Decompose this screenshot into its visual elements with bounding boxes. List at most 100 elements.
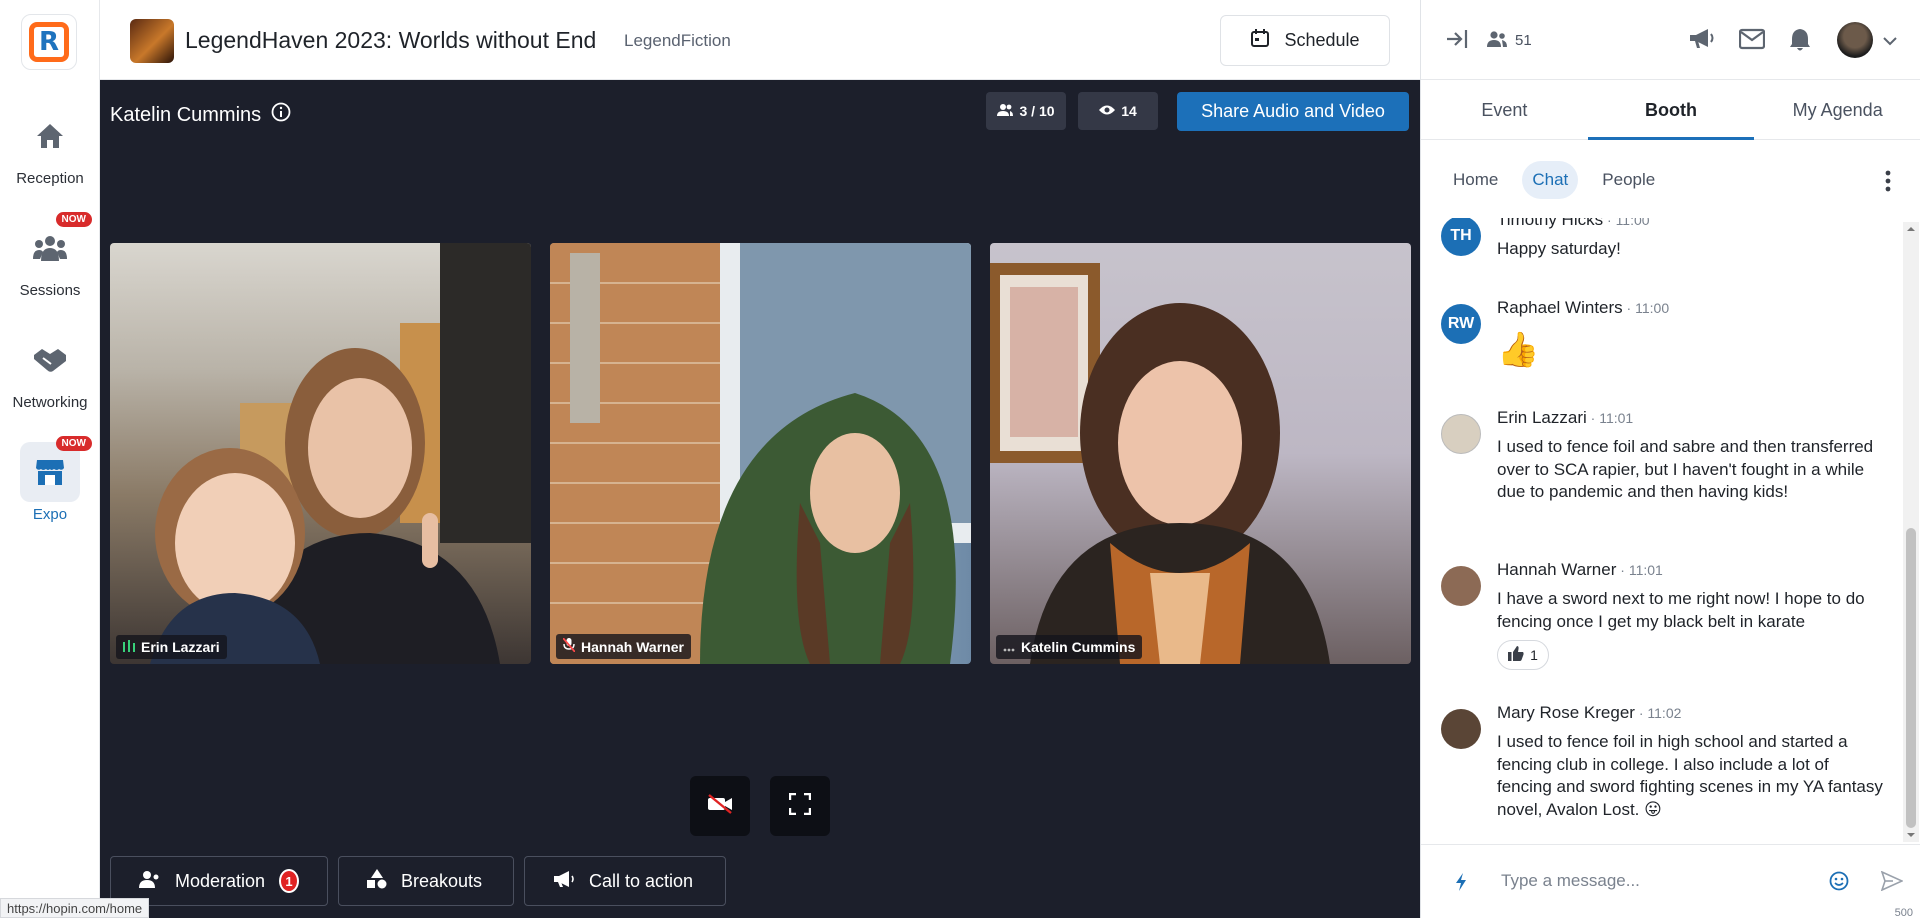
participants-pill[interactable]: 3 / 10 — [986, 92, 1066, 130]
participant-name: Hannah Warner — [581, 638, 684, 655]
subtab-chat[interactable]: Chat — [1522, 161, 1579, 199]
viewers-pill[interactable]: 14 — [1078, 92, 1158, 130]
moderation-count-badge: 1 — [279, 869, 299, 893]
subtab-people[interactable]: People — [1592, 161, 1665, 199]
nav-label-sessions: Sessions — [19, 282, 81, 299]
people-icon — [997, 103, 1014, 119]
attendee-count[interactable]: 51 — [1515, 32, 1532, 49]
viewers-count: 14 — [1121, 103, 1137, 119]
moderation-label: Moderation — [175, 870, 266, 891]
message-time: 11:01 — [1599, 410, 1634, 426]
thumbs-up-icon — [1508, 646, 1524, 664]
announcement-icon[interactable] — [1689, 28, 1715, 55]
notifications-bell-icon[interactable] — [1789, 28, 1811, 57]
breakouts-label: Breakouts — [401, 870, 483, 891]
tile-name-label: Katelin Cummins — [996, 635, 1143, 659]
status-bar-url: https://hopin.com/home — [0, 898, 150, 918]
breakouts-button[interactable]: Breakouts — [338, 856, 514, 906]
tab-booth[interactable]: Booth — [1587, 80, 1755, 140]
message-time: 11:00 — [1615, 218, 1650, 228]
user-avatar[interactable] — [1837, 22, 1873, 58]
video-feed-hannah — [550, 243, 971, 664]
message-time-separator: · — [1586, 410, 1600, 426]
now-badge: NOW — [55, 436, 92, 451]
chat-messages[interactable]: TH Timothy Hicks · 11:00 Happy saturday!… — [1421, 218, 1901, 842]
message-time-separator: · — [1603, 218, 1616, 228]
fullscreen-button[interactable] — [770, 776, 830, 836]
handshake-icon — [20, 330, 80, 390]
message-avatar[interactable]: RW — [1441, 304, 1481, 344]
host-name: Katelin Cummins — [110, 103, 262, 126]
tab-event[interactable]: Event — [1421, 80, 1588, 139]
nav-item-sessions[interactable]: NOW Sessions — [0, 212, 100, 299]
tab-my-agenda[interactable]: My Agenda — [1754, 80, 1920, 139]
scroll-up-icon[interactable] — [1903, 224, 1919, 234]
megaphone-icon — [553, 870, 575, 893]
send-icon[interactable] — [1880, 870, 1904, 896]
schedule-button[interactable]: Schedule — [1220, 15, 1390, 66]
booth-subtabs: Home Chat People — [1421, 140, 1920, 220]
stage-bottom-bar: Moderation 1 Breakouts Call to action — [100, 850, 1420, 918]
emoji-icon[interactable] — [1829, 871, 1849, 896]
share-audio-video-button[interactable]: Share Audio and Video — [1177, 92, 1409, 131]
stage-host: Katelin Cummins — [110, 102, 291, 128]
sessions-icon: NOW — [20, 212, 92, 278]
chat-scrollbar[interactable] — [1903, 222, 1919, 842]
scroll-down-icon[interactable] — [1903, 830, 1919, 840]
now-badge: NOW — [55, 212, 92, 227]
participants-count: 3 / 10 — [1019, 103, 1055, 119]
message-emoji: 👍 — [1497, 331, 1540, 369]
message-avatar[interactable] — [1441, 566, 1481, 606]
app-logo[interactable]: R — [21, 14, 77, 70]
message-author[interactable]: Erin Lazzari — [1497, 408, 1587, 427]
organizer-name[interactable]: LegendFiction — [624, 31, 731, 51]
lightning-icon[interactable] — [1455, 873, 1467, 896]
message-author[interactable]: Timothy Hicks — [1497, 218, 1603, 229]
video-tile[interactable]: Hannah Warner — [550, 243, 971, 664]
chat-composer: 500 — [1421, 844, 1920, 918]
info-icon[interactable] — [271, 102, 291, 128]
logo-mark-icon: R — [29, 22, 69, 62]
event-thumbnail — [130, 19, 174, 63]
panel-topbar: 51 — [1421, 0, 1920, 80]
message-input[interactable] — [1501, 863, 1821, 899]
reaction-button[interactable]: 1 — [1497, 640, 1549, 670]
scroll-thumb[interactable] — [1906, 528, 1916, 828]
participant-name: Katelin Cummins — [1021, 639, 1136, 655]
video-feed-katelin — [990, 263, 1330, 664]
video-feed-erin — [150, 243, 531, 664]
message-header: Mary Rose Kreger · 11:02 — [1497, 703, 1681, 723]
collapse-panel-icon[interactable] — [1445, 28, 1469, 55]
event-title: LegendHaven 2023: Worlds without End — [185, 27, 597, 53]
subtab-home[interactable]: Home — [1443, 161, 1508, 199]
toggle-video-button[interactable] — [690, 776, 750, 836]
message-author[interactable]: Raphael Winters — [1497, 298, 1623, 317]
more-options-icon[interactable] — [1885, 170, 1891, 197]
nav-item-networking[interactable]: Networking — [0, 330, 100, 411]
participant-name: Erin Lazzari — [141, 639, 220, 655]
message-time-separator: · — [1634, 705, 1648, 721]
side-panel: 51 Event Booth My Agenda Home Chat Peopl… — [1420, 0, 1920, 918]
message-time-separator: · — [1622, 300, 1636, 316]
message-author[interactable]: Hannah Warner — [1497, 560, 1616, 579]
shapes-icon — [367, 868, 387, 894]
left-navigation: R Reception NOW Sessions Networking NOW … — [0, 0, 100, 918]
video-tile[interactable]: Katelin Cummins — [990, 243, 1411, 664]
nav-item-expo[interactable]: NOW Expo — [0, 436, 100, 523]
message-avatar[interactable] — [1441, 414, 1481, 454]
booth-icon: NOW — [20, 436, 92, 502]
mail-icon[interactable] — [1738, 28, 1766, 55]
tile-name-label: Hannah Warner — [556, 634, 691, 659]
message-avatar[interactable] — [1441, 709, 1481, 749]
call-to-action-button[interactable]: Call to action — [524, 856, 726, 906]
character-limit: 500 — [1894, 907, 1913, 918]
message-author[interactable]: Mary Rose Kreger — [1497, 703, 1635, 722]
chevron-down-icon[interactable] — [1883, 33, 1897, 51]
message-text: I have a sword next to me right now! I h… — [1497, 589, 1865, 631]
video-tile[interactable]: Erin Lazzari — [110, 243, 531, 664]
nav-item-reception[interactable]: Reception — [0, 106, 100, 187]
message-time: 11:02 — [1647, 705, 1682, 721]
message-time: 11:01 — [1628, 562, 1663, 578]
message-avatar[interactable]: TH — [1441, 218, 1481, 256]
camera-off-icon — [707, 793, 733, 819]
